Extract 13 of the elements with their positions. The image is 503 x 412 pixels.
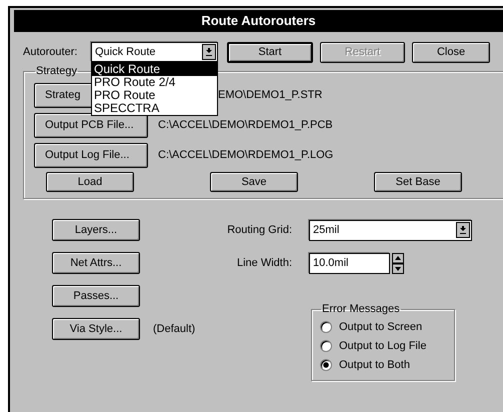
- radio-label: Output to Both: [339, 358, 410, 370]
- file-path: C:\ACCEL\DEMO\RDEMO1_P.LOG: [158, 149, 334, 161]
- group-title: Error Messages: [321, 303, 401, 315]
- radio-label: Output to Log File: [339, 340, 426, 352]
- field-label: Line Width:: [236, 257, 293, 269]
- file-path: C:\ACCEL\DEMO\RDEMO1_P.PCB: [158, 119, 333, 131]
- via-style-value: (Default): [152, 323, 196, 335]
- window-title: Route Autorouters: [14, 10, 503, 32]
- group-title: Strategy: [35, 65, 78, 77]
- file-path: EMO\DEMO1_P.STR: [218, 89, 322, 101]
- radio-label: Output to Screen: [339, 320, 422, 332]
- field-label: Routing Grid:: [226, 224, 293, 236]
- autorouter-label: Autorouter:: [23, 46, 78, 58]
